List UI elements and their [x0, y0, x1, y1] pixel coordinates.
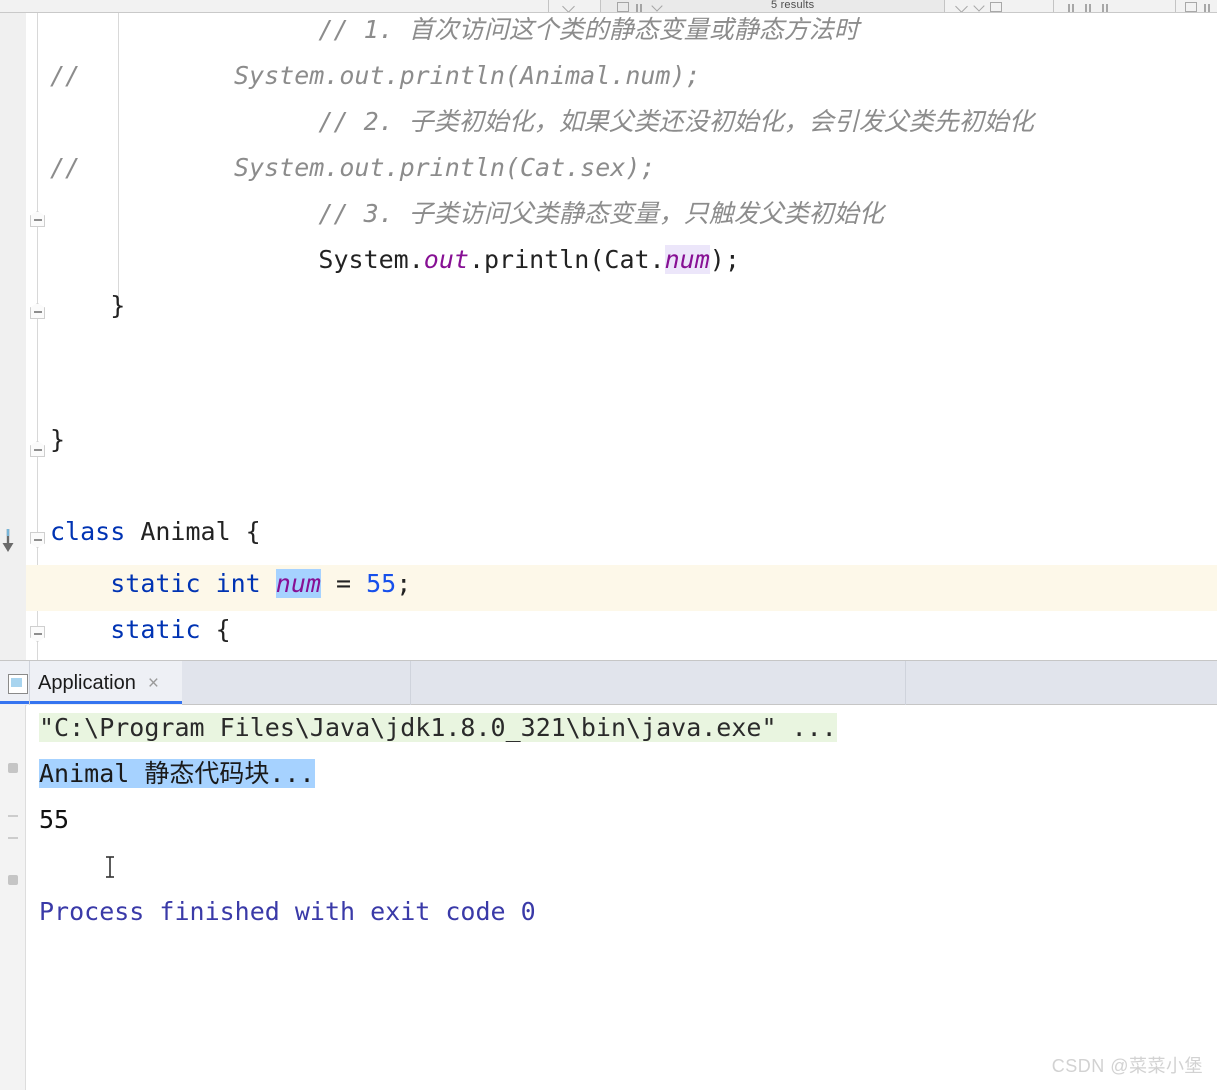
tab-application-label: Application — [38, 672, 136, 694]
editor-gutter[interactable] — [0, 13, 26, 660]
results-count-label: 5 results — [771, 0, 815, 11]
prev-occurrence-icon[interactable] — [953, 0, 970, 12]
gutter-run-arrow-icon[interactable] — [1, 527, 15, 553]
tab-divider-0 — [29, 661, 30, 706]
tab-divider-2 — [905, 661, 906, 706]
expand-icon[interactable] — [614, 0, 631, 12]
stop-icon[interactable] — [8, 815, 18, 817]
tab-active-underline — [0, 701, 182, 704]
toolbar-divider-4 — [1053, 0, 1054, 12]
chevron-left-icon[interactable] — [560, 0, 577, 12]
code-line-println-cat-num[interactable]: System.out.println(Cat.num); — [198, 237, 1217, 283]
toolbar-group-settings — [1182, 0, 1216, 12]
toolbar-group-left — [560, 0, 577, 12]
console-side-toolbar[interactable] — [0, 705, 26, 1090]
toolbar-divider-2 — [600, 0, 601, 12]
ide-window: 5 results // 1. 首次访问这个类的静态变量或静态方法时 // Sy… — [0, 0, 1217, 1090]
print-icon[interactable] — [8, 875, 18, 885]
application-window-icon — [8, 673, 28, 694]
console-line-exit: Process finished with exit code 0 — [39, 897, 536, 926]
export-icon[interactable] — [987, 0, 1004, 12]
console-line-command: "C:\Program Files\Java\jdk1.8.0_321\bin\… — [39, 713, 837, 742]
settings-icon[interactable] — [1182, 0, 1199, 12]
editor-toolbar: 5 results — [0, 0, 1217, 13]
watermark: CSDN @菜菜小堡 — [1051, 1056, 1203, 1076]
fold-marker-expand-static[interactable] — [30, 626, 45, 642]
toolbar-group-nav — [953, 0, 1004, 12]
console-output[interactable]: "C:\Program Files\Java\jdk1.8.0_321\bin\… — [27, 705, 1217, 1090]
code-line-commented-println-animal-body[interactable]: System.out.println(Animal.num); — [234, 53, 1217, 99]
tab-application[interactable]: Application × — [0, 661, 182, 706]
code-line-close-method-brace[interactable]: } — [50, 283, 1217, 329]
fold-rail — [37, 13, 38, 660]
console-line-value: 55 — [39, 805, 70, 834]
console-line-selected: Animal 静态代码块... — [39, 759, 315, 788]
more-icon[interactable] — [1199, 0, 1216, 12]
toolbar-divider-1 — [548, 0, 549, 12]
run-tab-strip: Application × — [0, 660, 1217, 706]
code-line-commented-println-cat-sex-body[interactable]: System.out.println(Cat.sex); — [234, 145, 1217, 191]
trace-icon[interactable] — [8, 837, 18, 839]
tab-divider-1 — [410, 661, 411, 706]
split-vertical-icon[interactable] — [1063, 0, 1080, 12]
run-tool-window: Application × "C:\Program Files\Java\jdk… — [0, 660, 1217, 1090]
code-line-comment-1[interactable]: // 1. 首次访问这个类的静态变量或静态方法时 — [198, 13, 1217, 53]
collapse-icon[interactable] — [631, 0, 648, 12]
fold-marker-collapse-1[interactable] — [30, 211, 45, 227]
code-line-comment-2[interactable]: // 2. 子类初始化，如果父类还没初始化，会引发父类先初始化 — [198, 99, 1217, 145]
next-occurrence-icon[interactable] — [970, 0, 987, 12]
code-line-comment-3[interactable]: // 3. 子类访问父类静态变量，只触发父类初始化 — [198, 191, 1217, 237]
toolbar-group-find — [614, 0, 665, 12]
toolbar-divider-3 — [944, 0, 945, 12]
split-icon[interactable] — [1097, 0, 1114, 12]
code-line-close-class-brace[interactable]: } — [50, 417, 1217, 463]
chevron-down-icon[interactable] — [648, 0, 665, 12]
rerun-icon[interactable] — [8, 763, 18, 773]
toolbar-divider-5 — [1175, 0, 1176, 12]
fold-marker-collapse-2[interactable] — [30, 303, 45, 319]
text-cursor-icon — [106, 856, 114, 878]
code-editor[interactable]: // 1. 首次访问这个类的静态变量或静态方法时 // System.out.p… — [0, 13, 1217, 660]
code-line-static-int-num[interactable]: static int num = 55; — [50, 561, 1217, 607]
fold-marker-collapse-3[interactable] — [30, 441, 45, 457]
toolbar-group-splits — [1063, 0, 1114, 12]
code-line-class-animal[interactable]: class Animal { — [50, 509, 1217, 555]
close-icon[interactable]: × — [148, 674, 159, 693]
split-horizontal-icon[interactable] — [1080, 0, 1097, 12]
fold-marker-expand-class[interactable] — [30, 532, 45, 548]
code-line-static-block[interactable]: static { — [50, 607, 1217, 653]
